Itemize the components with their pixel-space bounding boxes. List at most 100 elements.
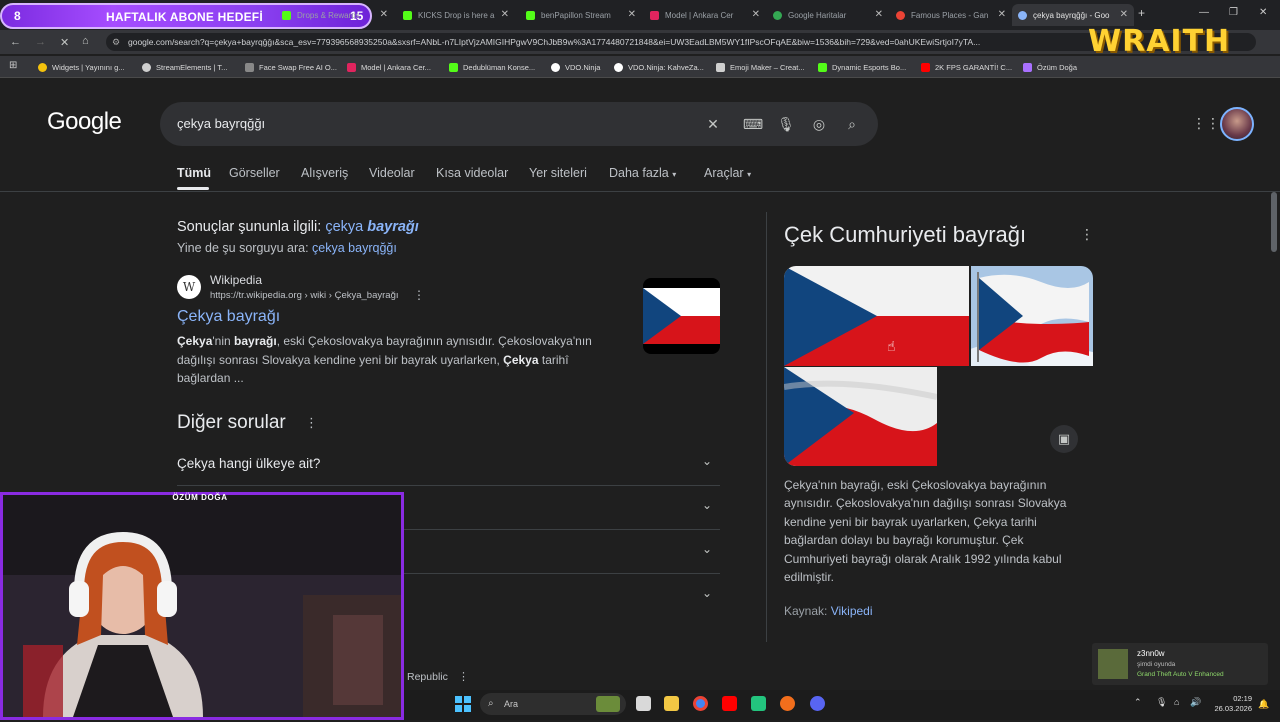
tray-chevron-up-icon[interactable]: ⌃ [1134, 697, 1142, 708]
corrected-query-link[interactable]: çekya bayrağı [325, 219, 419, 235]
bookmark-icon [1023, 62, 1032, 72]
search-box[interactable]: çekya bayrqğğı ✕ ⌨ 🎙 ◎ ⌕ [160, 102, 878, 146]
app-icon[interactable] [751, 696, 766, 711]
game-notification[interactable]: z3nn0w şimdi oyunda Grand Theft Auto V E… [1092, 643, 1268, 685]
chevron-down-icon: ⌄ [701, 542, 712, 556]
youtube-icon[interactable] [722, 696, 737, 711]
taskbar-search[interactable]: ⌕ Ara [480, 693, 626, 715]
tab-sites[interactable]: Yer siteleri [529, 166, 587, 180]
browser-tab[interactable]: Google Haritalar ✕ [767, 4, 889, 26]
app-icon[interactable] [780, 696, 795, 711]
result-url[interactable]: https://tr.wikipedia.org › wiki › Çekya_… [210, 290, 399, 301]
bookmark[interactable]: Widgets | Yayınını g... [38, 60, 125, 74]
notifications-bell-icon[interactable]: 🔔 [1258, 699, 1269, 710]
address-bar[interactable]: ⚙ google.com/search?q=çekya+bayrqğğı&sca_… [106, 33, 1256, 51]
tab-more[interactable]: Daha fazla ▾ [609, 166, 676, 180]
tab-tools[interactable]: Araçlar ▾ [704, 166, 751, 180]
bookmark[interactable]: Özüm Doğa [1023, 60, 1077, 74]
tab-videos[interactable]: Videolar [369, 166, 415, 180]
apps-grid-icon[interactable]: ⊞ [9, 60, 17, 71]
clear-icon[interactable]: ✕ [704, 115, 722, 133]
lens-icon[interactable]: ◎ [810, 115, 828, 133]
page-scrollbar[interactable] [1271, 192, 1277, 252]
volume-icon[interactable]: 🔊 [1190, 697, 1201, 708]
image-gallery-icon[interactable]: ▣ [1050, 425, 1078, 453]
bookmark[interactable]: StreamElements | T... [142, 60, 227, 74]
network-icon[interactable]: ⌂ [1174, 697, 1179, 707]
footer-more-icon[interactable]: ⋮ [458, 670, 469, 683]
browser-tab[interactable]: Famous Places - Gan ✕ [890, 4, 1012, 26]
search-input[interactable]: çekya bayrqğğı [177, 116, 265, 131]
bookmark[interactable]: Face Swap Free AI O... [245, 60, 337, 74]
paa-more-icon[interactable]: ⋮ [305, 415, 318, 431]
browser-tab-active[interactable]: çekya bayrqğğı - Goo ✕ [1012, 4, 1134, 26]
browser-tab[interactable]: KICKS Drop is here a ✕ [397, 4, 515, 26]
tab-label: Drops & Rewards [297, 10, 360, 20]
close-icon[interactable]: ✕ [380, 9, 388, 20]
new-tab-button[interactable]: + [1138, 6, 1145, 20]
paa-question[interactable]: Çekya hangi ülkeye ait? ⌄ [177, 442, 720, 486]
close-window-icon[interactable]: ✕ [1259, 7, 1267, 18]
close-icon[interactable]: ✕ [875, 9, 883, 20]
tab-images[interactable]: Görseller [229, 166, 280, 180]
knowledge-panel-source: Kaynak: Vikipedi [784, 604, 873, 618]
search-icon[interactable]: ⌕ [843, 115, 861, 133]
discord-icon[interactable] [810, 696, 825, 711]
home-icon[interactable]: ⌂ [82, 35, 89, 47]
tab-all[interactable]: Tümü [177, 166, 211, 180]
bookmark[interactable]: Emoji Maker – Creat... [716, 60, 805, 74]
bookmark[interactable]: Model | Ankara Cer... [347, 60, 431, 74]
file-explorer-icon[interactable] [664, 696, 679, 711]
bookmark[interactable]: Dynamic Esports Bo... [818, 60, 906, 74]
chrome-icon[interactable] [693, 696, 708, 711]
browser-tab[interactable]: Drops & Rewards ✕ [276, 4, 394, 26]
goal-label: HAFTALIK ABONE HEDEFİ [106, 10, 263, 24]
bookmark[interactable]: VDO.Ninja: KahveZa... [614, 60, 704, 74]
result-site-name[interactable]: Wikipedia [210, 273, 262, 287]
close-icon[interactable]: ✕ [998, 9, 1006, 20]
browser-tab[interactable]: benPapillon Stream ✕ [520, 4, 642, 26]
result-title[interactable]: Çekya bayrağı [177, 308, 280, 326]
close-icon[interactable]: ✕ [628, 9, 636, 20]
flag-image-main[interactable] [784, 266, 969, 366]
webcam-feed [3, 495, 401, 717]
original-query-link[interactable]: çekya bayrqğğı [312, 241, 397, 255]
google-logo[interactable]: Google [47, 108, 122, 136]
site-info-icon[interactable]: ⚙ [112, 33, 120, 51]
close-icon[interactable]: ✕ [501, 9, 509, 20]
paa-title: Diğer sorular [177, 412, 286, 433]
stop-loading-icon[interactable]: ✕ [60, 36, 69, 49]
bookmark[interactable]: Dedublüman Konse... [449, 60, 535, 74]
windows-start-icon[interactable] [455, 696, 471, 712]
result-thumbnail[interactable] [643, 278, 720, 354]
czech-flag-image [971, 266, 1093, 366]
tab-label: Google Haritalar [788, 10, 847, 20]
bookmark[interactable]: 2K FPS GARANTİ! C... [921, 60, 1012, 74]
panel-more-icon[interactable]: ⋮ [1080, 226, 1094, 243]
bookmark[interactable]: VDO.Ninja [551, 60, 600, 74]
caret-down-icon: ▾ [672, 170, 677, 179]
back-icon[interactable]: ← [10, 36, 21, 48]
avatar[interactable] [1220, 107, 1254, 141]
bookmark-label: Özüm Doğa [1037, 62, 1078, 72]
maximize-icon[interactable]: ❐ [1229, 7, 1238, 18]
close-icon[interactable]: ✕ [752, 9, 760, 20]
google-icon [1018, 10, 1027, 20]
tab-short-videos[interactable]: Kısa videolar [436, 166, 508, 180]
task-view-icon[interactable] [636, 696, 651, 711]
minimize-icon[interactable]: — [1199, 7, 1209, 18]
flag-image-wave-closeup[interactable] [784, 367, 937, 466]
bookmark-icon [142, 62, 151, 72]
clock[interactable]: 02:19 26.03.2026 [1206, 694, 1252, 714]
forward-icon[interactable]: → [35, 36, 46, 48]
flag-image-waving[interactable] [971, 266, 1093, 366]
clock-date: 26.03.2026 [1214, 704, 1252, 713]
close-icon[interactable]: ✕ [1120, 9, 1128, 20]
source-link[interactable]: Vikipedi [831, 604, 873, 618]
microphone-icon[interactable]: 🎙 [777, 115, 795, 133]
tab-shopping[interactable]: Alışveriş [301, 166, 348, 180]
microphone-icon[interactable]: 🎙 [1156, 697, 1167, 708]
result-more-icon[interactable]: ⋮ [413, 288, 425, 302]
browser-tab[interactable]: Model | Ankara Cer ✕ [644, 4, 766, 26]
keyboard-icon[interactable]: ⌨ [743, 115, 763, 133]
